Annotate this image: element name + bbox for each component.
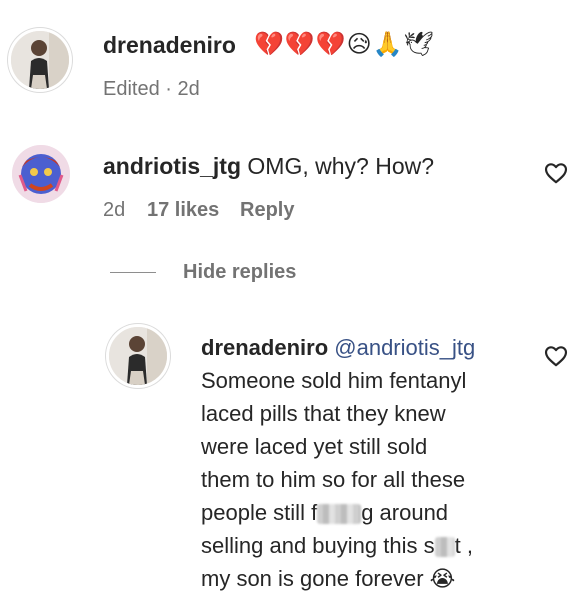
replies-divider xyxy=(110,272,156,273)
comment-line: andriotis_jtg OMG, why? How? xyxy=(103,153,434,180)
avatar[interactable] xyxy=(106,324,170,388)
avatar[interactable] xyxy=(12,145,70,203)
reply-text-segment: people still f xyxy=(201,500,318,525)
reply-header: drenadeniro @andriotis_jtg xyxy=(201,331,475,364)
reply-line-5: people still f g around xyxy=(201,496,475,529)
comment-emojis: 💔💔💔😥🙏🕊 xyxy=(254,31,436,58)
reply-line-4: them to him so for all these xyxy=(201,467,466,492)
reply-text-segment: my son is gone forever xyxy=(201,566,424,591)
censored-text xyxy=(317,504,362,525)
avatar[interactable] xyxy=(8,28,72,92)
comment-text: OMG, why? How? xyxy=(247,153,435,179)
reply-line-6: selling and buying this s t , xyxy=(201,529,475,562)
profile-photo xyxy=(12,145,70,203)
reply-text-segment: t , xyxy=(454,533,473,558)
hide-replies-button[interactable]: Hide replies xyxy=(183,261,296,284)
reply-line-7: my son is gone forever 😭 xyxy=(201,562,475,595)
reply-text-segment: selling and buying this s xyxy=(201,533,435,558)
reply-line-1: Someone sold him fentanyl xyxy=(201,368,467,393)
like-heart-icon[interactable] xyxy=(543,160,569,186)
profile-photo xyxy=(11,31,69,89)
reply-line-2: laced pills that they knew xyxy=(201,401,446,426)
comment-time: 2d xyxy=(103,199,126,221)
mention-link[interactable]: @andriotis_jtg xyxy=(334,335,475,360)
likes-count[interactable]: 17 likes xyxy=(147,199,219,222)
like-heart-icon[interactable] xyxy=(543,343,569,369)
reply-button[interactable]: Reply xyxy=(240,199,294,222)
profile-photo xyxy=(109,327,167,385)
username[interactable]: andriotis_jtg xyxy=(103,153,241,179)
comment-meta: Edited · 2d xyxy=(103,78,200,100)
crying-emoji: 😭 xyxy=(429,566,456,591)
username[interactable]: drenadeniro xyxy=(201,335,328,360)
username[interactable]: drenadeniro xyxy=(103,32,236,59)
reply-line-3: were laced yet still sold xyxy=(201,434,428,459)
reply-text-segment: g around xyxy=(361,500,449,525)
censored-text xyxy=(434,537,455,558)
reply-body: drenadeniro @andriotis_jtg Someone sold … xyxy=(201,331,475,595)
